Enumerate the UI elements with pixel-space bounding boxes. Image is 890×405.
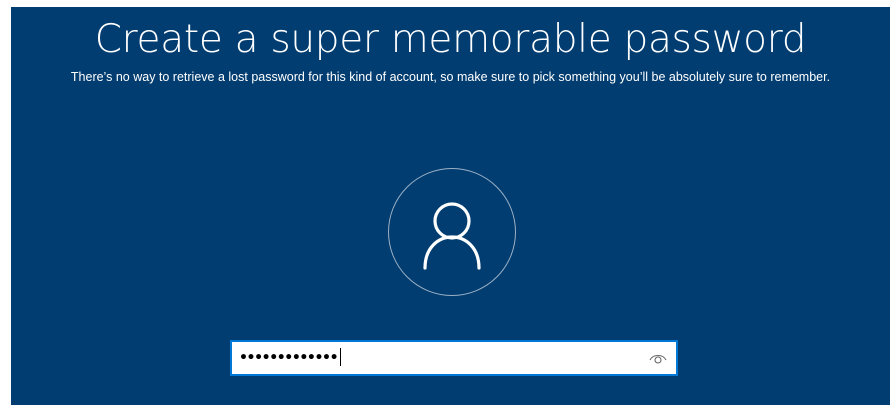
page-title: Create a super memorable password (94, 17, 807, 62)
password-value: ••••••••••••• (239, 347, 342, 369)
avatar (388, 168, 516, 296)
page-subtitle: There’s no way to retrieve a lost passwo… (70, 70, 831, 84)
eye-icon[interactable] (649, 351, 667, 365)
user-icon (423, 202, 481, 270)
setup-panel: Create a super memorable password There’… (11, 7, 890, 405)
password-input[interactable]: ••••••••••••• (230, 340, 678, 376)
text-caret (340, 347, 342, 366)
